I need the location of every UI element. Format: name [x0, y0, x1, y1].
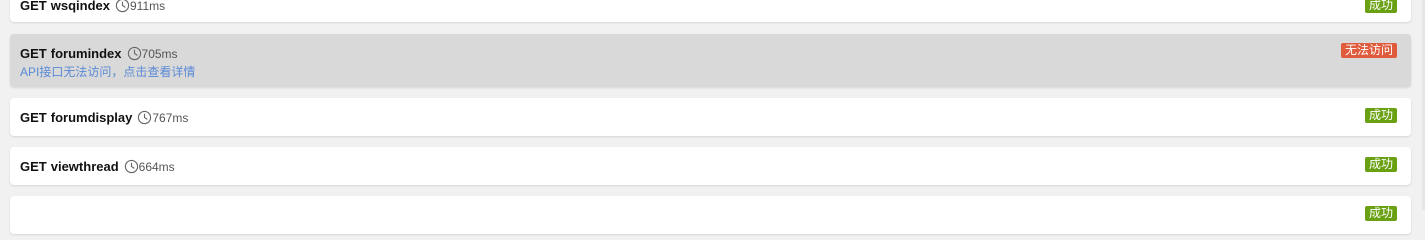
status-badge: 成功: [1364, 108, 1397, 123]
request-name: forumindex: [50, 46, 122, 61]
status-badge: 成功: [1364, 206, 1397, 221]
clock-icon: [127, 46, 141, 61]
request-line: GET wsqindex 911ms: [20, 0, 165, 13]
request-time: 664ms: [138, 159, 175, 174]
clock-icon: [138, 110, 152, 125]
request-row[interactable]: 成功: [10, 196, 1411, 234]
request-row[interactable]: GET viewthread 664ms 成功: [10, 147, 1411, 185]
status-badge: 成功: [1364, 0, 1397, 13]
clock-icon: [115, 0, 130, 13]
request-time: 705ms: [141, 46, 178, 61]
request-method: GET: [20, 46, 47, 61]
request-name: wsqindex: [50, 0, 110, 13]
status-badge: 无法访问: [1340, 43, 1397, 58]
request-name: forumdisplay: [50, 110, 133, 125]
request-line: GET forumindex 705ms: [20, 46, 178, 61]
request-time: 767ms: [152, 110, 189, 125]
request-row[interactable]: GET forumindex 705ms API接口无法访问，点击查看详情 无法…: [10, 34, 1411, 87]
clock-icon: [124, 159, 138, 174]
error-detail-link[interactable]: API接口无法访问，点击查看详情: [20, 63, 195, 80]
request-row[interactable]: GET forumdisplay 767ms 成功: [10, 98, 1411, 136]
request-method: GET: [20, 110, 47, 125]
request-method: GET: [20, 0, 47, 13]
request-line: GET forumdisplay 767ms: [20, 110, 188, 125]
request-name: viewthread: [50, 159, 119, 174]
request-method: GET: [20, 159, 47, 174]
request-row[interactable]: GET wsqindex 911ms 成功: [10, 0, 1411, 22]
status-badge: 成功: [1364, 157, 1397, 172]
request-list: GET wsqindex 911ms 成功 GET forumindex 705…: [0, 0, 1425, 234]
request-line: GET viewthread 664ms: [20, 159, 175, 174]
request-time: 911ms: [129, 0, 166, 13]
